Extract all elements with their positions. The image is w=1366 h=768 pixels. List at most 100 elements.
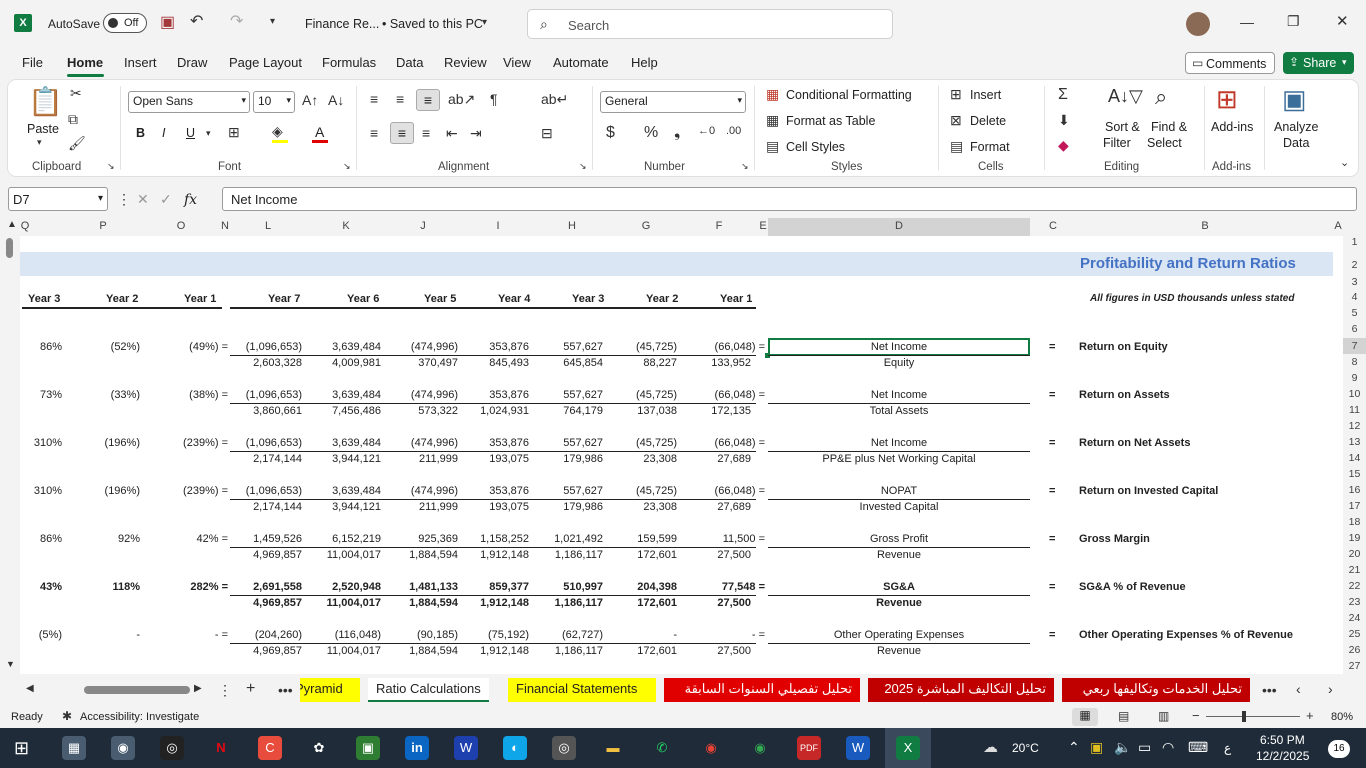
comma-style-icon[interactable]: ❟ bbox=[674, 125, 680, 141]
ratio-name[interactable]: Other Operating Expenses % of Revenue bbox=[1079, 628, 1293, 642]
den-cell[interactable]: 27,689 bbox=[680, 452, 751, 466]
delete-cells-button[interactable]: Delete bbox=[970, 114, 1006, 128]
app-icon[interactable]: ◎ bbox=[552, 736, 576, 760]
menu-insert[interactable]: Insert bbox=[124, 55, 157, 70]
row-header[interactable]: 25 bbox=[1343, 628, 1366, 640]
col-header-q[interactable]: Q bbox=[20, 220, 30, 232]
avatar[interactable] bbox=[1186, 12, 1210, 36]
row-header[interactable]: 19 bbox=[1343, 532, 1366, 544]
denominator-label[interactable]: Invested Capital bbox=[768, 500, 1030, 514]
col-header-j[interactable]: J bbox=[418, 220, 428, 232]
sheet-tab-pyramid[interactable]: Pyramid bbox=[300, 678, 360, 702]
num-cell[interactable]: 859,377 bbox=[460, 580, 529, 594]
pct-cell[interactable]: 118% bbox=[80, 580, 140, 594]
copy-icon[interactable]: ⧉ bbox=[68, 112, 78, 126]
num-cell[interactable]: 77,548 = bbox=[680, 580, 765, 594]
num-cell[interactable]: (204,260) bbox=[230, 628, 302, 642]
den-cell[interactable]: 4,969,857 bbox=[230, 644, 302, 658]
pct-cell[interactable]: (5%) bbox=[22, 628, 62, 642]
denominator-label[interactable]: Equity bbox=[768, 356, 1030, 370]
currency-icon[interactable]: $ bbox=[606, 125, 615, 141]
italic-button[interactable]: I bbox=[162, 126, 165, 140]
row-header[interactable]: 3 bbox=[1343, 276, 1366, 288]
close-icon[interactable]: ✕ bbox=[1336, 14, 1349, 29]
pct-cell[interactable]: 86% bbox=[22, 532, 62, 546]
den-cell[interactable]: 2,174,144 bbox=[230, 500, 302, 514]
sheet-tab-services-quarterly[interactable]: تحليل الخدمات وتكاليفها ربعي bbox=[1062, 678, 1250, 702]
num-cell[interactable]: (66,048) = bbox=[680, 340, 765, 354]
menu-help[interactable]: Help bbox=[631, 55, 658, 70]
find-select-label[interactable]: Find & bbox=[1151, 120, 1187, 134]
row-header[interactable]: 18 bbox=[1343, 516, 1366, 528]
font-family-select[interactable]: Open Sans ▾ bbox=[128, 91, 250, 113]
dialog-launcher-icon[interactable]: ↘ bbox=[741, 162, 749, 171]
underline-button[interactable]: U bbox=[186, 126, 195, 140]
clock-date[interactable]: 12/2/2025 bbox=[1256, 749, 1309, 763]
den-cell[interactable]: 211,999 bbox=[388, 452, 458, 466]
camera-icon[interactable]: ◉ bbox=[111, 736, 135, 760]
sheet-tab-direct-costs-2025[interactable]: تحليل التكاليف المباشرة 2025 bbox=[868, 678, 1054, 702]
row-header[interactable]: 10 bbox=[1343, 388, 1366, 400]
align-middle-icon[interactable]: ≡ bbox=[396, 92, 404, 106]
den-cell[interactable]: 3,860,661 bbox=[230, 404, 302, 418]
app-tray-icon[interactable]: ▣ bbox=[1090, 740, 1103, 754]
pct-cell[interactable]: (239%) = bbox=[160, 436, 228, 450]
insert-cells-icon[interactable]: ⊞ bbox=[950, 87, 962, 101]
num-cell[interactable]: 3,639,484 bbox=[310, 340, 381, 354]
chevron-down-icon[interactable]: ▾ bbox=[206, 129, 211, 138]
align-top-icon[interactable]: ≡ bbox=[370, 92, 378, 106]
delete-cells-icon[interactable]: ⊠ bbox=[950, 113, 962, 127]
word-icon[interactable]: W bbox=[846, 736, 870, 760]
den-cell[interactable]: 845,493 bbox=[460, 356, 529, 370]
row-header[interactable]: 26 bbox=[1343, 644, 1366, 656]
clear-icon[interactable]: ◆ bbox=[1058, 138, 1069, 152]
app-icon[interactable]: ◐ bbox=[503, 736, 527, 760]
num-cell[interactable]: 925,369 bbox=[388, 532, 458, 546]
numerator-label[interactable]: Net Income bbox=[768, 436, 1030, 450]
zoom-in-icon[interactable]: + bbox=[1306, 709, 1314, 722]
num-cell[interactable]: 3,639,484 bbox=[310, 436, 381, 450]
fill-color-icon[interactable]: ◈ bbox=[272, 124, 283, 138]
dialog-launcher-icon[interactable]: ↘ bbox=[343, 162, 351, 171]
comments-button[interactable]: ▭ Comments bbox=[1185, 52, 1275, 74]
more-options-icon[interactable]: ⋮ bbox=[117, 192, 131, 206]
col-header-o[interactable]: O bbox=[176, 220, 186, 232]
zoom-slider-thumb[interactable] bbox=[1242, 711, 1246, 722]
scroll-down-icon[interactable]: ▼ bbox=[6, 660, 15, 669]
num-cell[interactable]: 1,481,133 bbox=[388, 580, 458, 594]
align-center-button[interactable]: ≡ bbox=[390, 122, 414, 144]
decrease-indent-icon[interactable]: ⇤ bbox=[446, 126, 458, 140]
den-cell[interactable]: 172,601 bbox=[608, 548, 677, 562]
ratio-name[interactable]: Return on Equity bbox=[1079, 340, 1168, 354]
cell-styles-button[interactable]: Cell Styles bbox=[786, 140, 845, 154]
pct-cell[interactable]: (196%) bbox=[80, 484, 140, 498]
share-button[interactable]: ⇪ Share ▾ bbox=[1283, 52, 1354, 74]
conditional-formatting-button[interactable]: Conditional Formatting bbox=[786, 88, 912, 102]
redo-icon[interactable]: ↷ bbox=[230, 14, 243, 30]
find-select-icon[interactable]: ⌕ bbox=[1155, 86, 1167, 108]
num-cell[interactable]: (474,996) bbox=[388, 436, 458, 450]
formula-input[interactable]: Net Income bbox=[222, 187, 1357, 211]
page-break-view-icon[interactable]: ▥ bbox=[1158, 710, 1169, 722]
decrease-decimal-icon[interactable]: .00 bbox=[726, 126, 741, 137]
sheet-subtitle[interactable]: All figures in USD thousands unless stat… bbox=[1090, 292, 1294, 306]
format-as-table-button[interactable]: Format as Table bbox=[786, 114, 875, 128]
num-cell[interactable]: (66,048) = bbox=[680, 436, 765, 450]
add-sheet-icon[interactable]: + bbox=[246, 681, 255, 697]
scroll-right-icon[interactable]: ▶ bbox=[194, 684, 202, 694]
num-cell[interactable]: (1,096,653) bbox=[230, 484, 302, 498]
right-year-header[interactable]: Year 5 bbox=[424, 292, 456, 306]
den-cell[interactable]: 27,500 bbox=[680, 548, 751, 562]
row-header[interactable]: 13 bbox=[1343, 436, 1366, 448]
more-tabs-icon[interactable]: ••• bbox=[278, 683, 293, 697]
font-color-icon[interactable]: A bbox=[315, 124, 324, 140]
den-cell[interactable]: 4,969,857 bbox=[230, 596, 302, 610]
cell-styles-icon[interactable]: ▤ bbox=[766, 139, 779, 153]
pct-cell[interactable]: 92% bbox=[80, 532, 140, 546]
saved-status[interactable]: • Saved to this PC bbox=[382, 17, 483, 31]
fill-icon[interactable]: ⬇ bbox=[1058, 113, 1070, 127]
ratio-name[interactable]: Return on Invested Capital bbox=[1079, 484, 1218, 498]
denominator-label[interactable]: Revenue bbox=[768, 644, 1030, 658]
numerator-label[interactable]: Net Income bbox=[768, 340, 1030, 354]
num-cell[interactable]: 6,152,219 bbox=[310, 532, 381, 546]
